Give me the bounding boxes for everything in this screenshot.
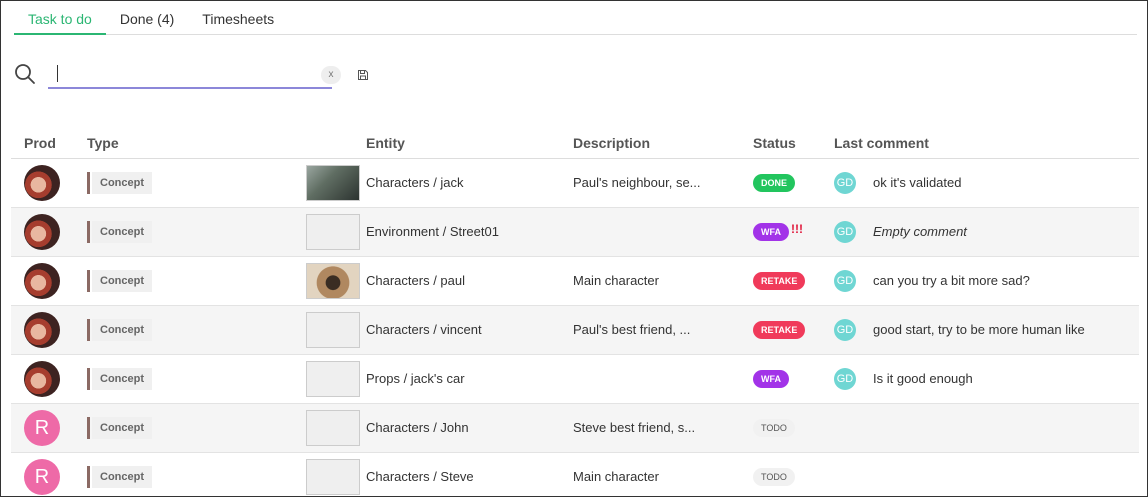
status-badge[interactable]: WFA: [753, 370, 789, 388]
task-type-label[interactable]: Concept: [92, 319, 152, 341]
entity-name[interactable]: Characters / Steve: [366, 453, 474, 496]
production-avatar[interactable]: R: [24, 459, 60, 495]
tab-task-to-do[interactable]: Task to do: [14, 1, 106, 35]
table-header: Prod Type Entity Description Status Last…: [11, 127, 1139, 159]
column-header-status[interactable]: Status: [753, 135, 796, 151]
task-list-panel: Task to do Done (4) Timesheets x Prod Ty…: [0, 0, 1148, 497]
production-avatar[interactable]: [24, 165, 60, 201]
search-icon: [15, 64, 35, 84]
entity-description: Main character: [573, 273, 659, 288]
task-type-color-bar: [87, 417, 90, 439]
last-comment-text: ok it's validated: [873, 175, 962, 190]
entity-description: Paul's best friend, ...: [573, 322, 691, 337]
entity-name[interactable]: Characters / jack: [366, 159, 464, 207]
task-type-label[interactable]: Concept: [92, 172, 152, 194]
task-type-color-bar: [87, 221, 90, 243]
column-header-entity[interactable]: Entity: [366, 135, 405, 151]
last-comment-text: Is it good enough: [873, 371, 973, 386]
production-avatar[interactable]: [24, 361, 60, 397]
production-avatar[interactable]: [24, 214, 60, 250]
entity-thumbnail[interactable]: [306, 459, 360, 495]
entity-name[interactable]: Characters / vincent: [366, 306, 482, 354]
task-type-label[interactable]: Concept: [92, 221, 152, 243]
comment-author-avatar: GD: [834, 368, 856, 390]
status-badge[interactable]: TODO: [753, 419, 795, 437]
entity-name[interactable]: Characters / paul: [366, 257, 465, 305]
entity-description: Main character: [573, 469, 659, 484]
task-type-label[interactable]: Concept: [92, 466, 152, 488]
table-row[interactable]: Concept Characters / jack Paul's neighbour…: [11, 159, 1139, 208]
task-type-color-bar: [87, 368, 90, 390]
task-type-color-bar: [87, 270, 90, 292]
comment-author-avatar: GD: [834, 172, 856, 194]
text-cursor: [57, 65, 58, 82]
task-type-color-bar: [87, 319, 90, 341]
task-type-color-bar: [87, 172, 90, 194]
table-row[interactable]: Concept Props / jack's car WFA GD Is it good…: [11, 355, 1139, 404]
table-row[interactable]: R Concept Characters / John Steve best frie…: [11, 404, 1139, 453]
task-type-label[interactable]: Concept: [92, 368, 152, 390]
comment-author-avatar: GD: [834, 270, 856, 292]
entity-description: Steve best friend, s...: [573, 420, 696, 435]
entity-thumbnail[interactable]: [306, 361, 360, 397]
status-badge[interactable]: RETAKE: [753, 272, 806, 290]
priority-alert: !!!: [791, 222, 803, 236]
table-row[interactable]: Concept Environment / Street01 WFA!!! GD Emp…: [11, 208, 1139, 257]
task-type-label[interactable]: Concept: [92, 417, 152, 439]
entity-thumbnail[interactable]: [306, 214, 360, 250]
tab-timesheets[interactable]: Timesheets: [188, 1, 288, 34]
entity-thumbnail[interactable]: [306, 263, 360, 299]
entity-thumbnail[interactable]: [306, 312, 360, 348]
search-input[interactable]: [48, 61, 332, 89]
table-row[interactable]: Concept Characters / vincent Paul's best f…: [11, 306, 1139, 355]
clear-search-button[interactable]: x: [321, 66, 341, 84]
save-icon[interactable]: [357, 69, 369, 81]
entity-description: Paul's neighbour, se...: [573, 175, 701, 190]
entity-name[interactable]: Props / jack's car: [366, 355, 465, 403]
last-comment-text: can you try a bit more sad?: [873, 273, 1030, 288]
production-avatar[interactable]: R: [24, 410, 60, 446]
entity-name[interactable]: Environment / Street01: [366, 208, 499, 256]
column-header-prod[interactable]: Prod: [24, 135, 56, 151]
entity-name[interactable]: Characters / John: [366, 404, 469, 452]
comment-author-avatar: GD: [834, 319, 856, 341]
tab-bar: Task to do Done (4) Timesheets: [14, 1, 1137, 35]
status-badge[interactable]: DONE: [753, 174, 796, 192]
status-badge[interactable]: TODO: [753, 468, 795, 486]
task-type-label[interactable]: Concept: [92, 270, 152, 292]
table-row[interactable]: R Concept Characters / Steve Main character…: [11, 453, 1139, 496]
production-avatar[interactable]: [24, 312, 60, 348]
column-header-last-comment[interactable]: Last comment: [834, 135, 929, 151]
last-comment-text: good start, try to be more human like: [873, 322, 1085, 337]
comment-author-avatar: GD: [834, 221, 856, 243]
last-comment-text: Empty comment: [873, 224, 967, 239]
status-badge[interactable]: WFA: [753, 223, 789, 241]
table-row[interactable]: Concept Characters / paul Main character RE…: [11, 257, 1139, 306]
column-header-description[interactable]: Description: [573, 135, 650, 151]
task-type-color-bar: [87, 466, 90, 488]
entity-thumbnail[interactable]: [306, 410, 360, 446]
tab-done[interactable]: Done (4): [106, 1, 188, 34]
entity-thumbnail[interactable]: [306, 165, 360, 201]
status-badge[interactable]: RETAKE: [753, 321, 806, 339]
column-header-type[interactable]: Type: [87, 135, 119, 151]
production-avatar[interactable]: [24, 263, 60, 299]
